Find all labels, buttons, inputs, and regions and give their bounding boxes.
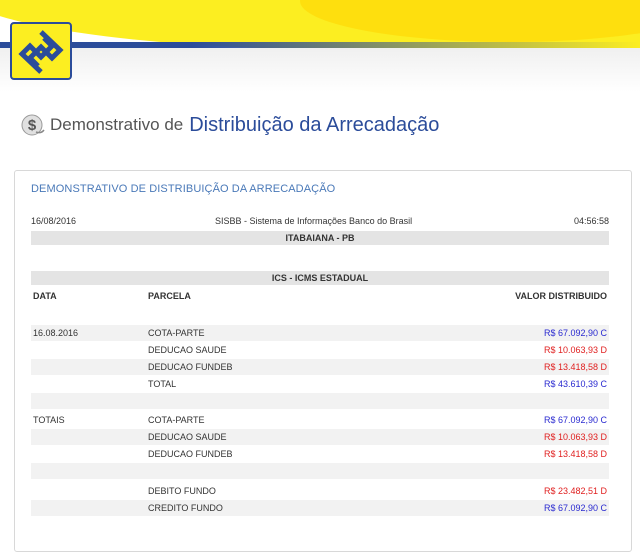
- report-meta: 16/08/2016 SISBB - Sistema de Informaçõe…: [31, 216, 609, 228]
- page-title-main: Distribuição da Arrecadação: [189, 113, 440, 136]
- row-value: R$ 10.063,93 D: [543, 432, 607, 442]
- row-parcela: DEDUCAO SAUDE: [148, 432, 227, 442]
- report-date: 16/08/2016: [31, 216, 77, 226]
- report-title: DEMONSTRATIVO DE DISTRIBUIÇÃO DA ARRECAD…: [31, 183, 336, 195]
- table-header: DATA PARCELA VALOR DISTRIBUIDO: [31, 289, 609, 303]
- row-date: 16.08.2016: [33, 328, 79, 338]
- report-panel: DEMONSTRATIVO DE DISTRIBUIÇÃO DA ARRECAD…: [14, 170, 632, 552]
- bank-logo-icon: [18, 30, 64, 74]
- row-parcela: COTA-PARTE: [148, 415, 205, 425]
- row-value: R$ 67.092,90 C: [543, 415, 607, 425]
- row-parcela: DEBITO FUNDO: [148, 486, 216, 496]
- page-title-prefix: Demonstrativo de: [50, 115, 184, 134]
- row-parcela: DEDUCAO FUNDEB: [148, 362, 233, 372]
- row-value: R$ 67.092,90 C: [543, 503, 607, 513]
- col-valor: VALOR DISTRIBUIDO: [515, 291, 607, 301]
- municipality-band: ITABAIANA - PB: [31, 231, 609, 245]
- row-parcela: CREDITO FUNDO: [148, 503, 223, 513]
- col-data: DATA: [33, 291, 57, 301]
- table-row: DEDUCAO SAUDE R$ 10.063,93 D: [31, 342, 609, 358]
- table-row: 16.08.2016 COTA-PARTE R$ 67.092,90 C: [31, 325, 609, 341]
- banner-gray-band: [0, 48, 640, 92]
- table-row: DEBITO FUNDO R$ 23.482,51 D: [31, 483, 609, 499]
- row-value: R$ 67.092,90 C: [543, 328, 607, 338]
- row-date: TOTAIS: [33, 415, 65, 425]
- table-row: TOTAL R$ 43.610,39 C: [31, 376, 609, 392]
- report-time: 04:56:58: [573, 216, 609, 226]
- row-parcela: DEDUCAO SAUDE: [148, 345, 227, 355]
- row-parcela: TOTAL: [148, 379, 177, 389]
- table-row: CREDITO FUNDO R$ 67.092,90 C: [31, 500, 609, 516]
- table-row: DEDUCAO FUNDEB R$ 13.418,58 D: [31, 446, 609, 462]
- report-system: SISBB - Sistema de Informações Banco do …: [215, 216, 413, 226]
- tax-band: ICS - ICMS ESTADUAL: [31, 271, 609, 285]
- row-parcela: DEDUCAO FUNDEB: [148, 449, 233, 459]
- table-row: TOTAIS COTA-PARTE R$ 67.092,90 C: [31, 412, 609, 428]
- row-value: R$ 13.418,58 D: [543, 449, 607, 459]
- row-value: R$ 10.063,93 D: [543, 345, 607, 355]
- svg-text:$: $: [28, 117, 37, 134]
- bank-logo[interactable]: [10, 22, 72, 80]
- header-banner: [0, 0, 640, 92]
- page-title: $ Demonstrativo de Distribuição da Arrec…: [20, 110, 439, 140]
- table-row: DEDUCAO SAUDE R$ 10.063,93 D: [31, 429, 609, 445]
- col-parcela: PARCELA: [148, 291, 191, 301]
- row-value: R$ 13.418,58 D: [543, 362, 607, 372]
- row-parcela: COTA-PARTE: [148, 328, 205, 338]
- row-value: R$ 23.482,51 D: [543, 486, 607, 496]
- table-spacer-row: [31, 393, 609, 409]
- row-value: R$ 43.610,39 C: [543, 379, 607, 389]
- dollar-coin-icon: $: [21, 114, 45, 136]
- table-row: DEDUCAO FUNDEB R$ 13.418,58 D: [31, 359, 609, 375]
- table-spacer-row: [31, 463, 609, 479]
